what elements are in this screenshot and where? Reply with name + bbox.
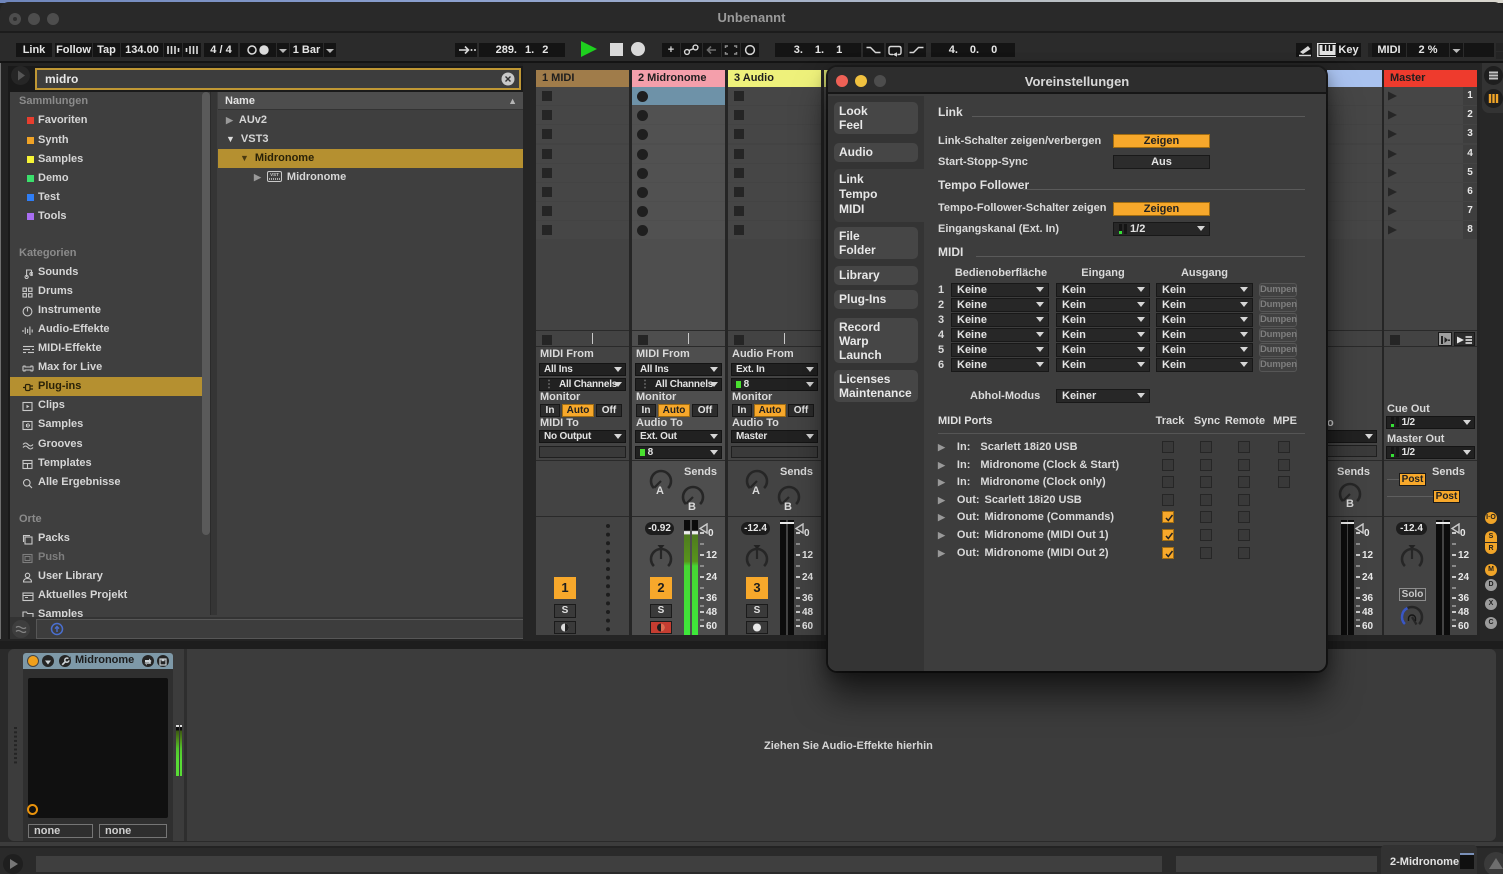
svg-text:VST: VST — [270, 172, 279, 177]
